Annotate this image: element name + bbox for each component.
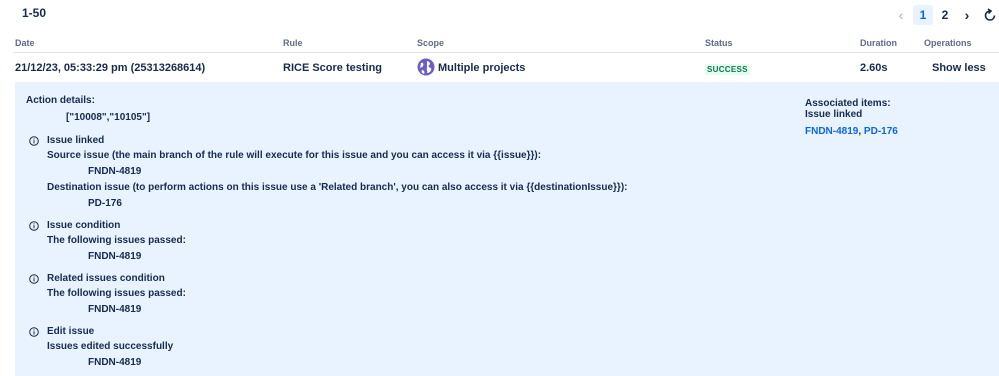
- destination-issue-key[interactable]: PD-176: [88, 198, 122, 209]
- info-icon: [29, 221, 39, 231]
- section-line: Destination issue (to perform actions on…: [47, 182, 628, 193]
- section-title-issue-linked: Issue linked: [47, 135, 105, 146]
- next-page-button[interactable]: ›: [957, 5, 977, 25]
- row-date: 21/12/23, 05:33:29 pm (25313268614): [15, 62, 206, 74]
- source-issue-key[interactable]: FNDN-4819: [88, 166, 141, 177]
- issue-key[interactable]: FNDN-4819: [88, 304, 141, 315]
- section-line: The following issues passed:: [47, 235, 186, 246]
- issue-key[interactable]: FNDN-4819: [88, 357, 141, 368]
- show-less-button[interactable]: Show less: [932, 62, 986, 74]
- previous-page-button[interactable]: ‹: [891, 5, 911, 25]
- page-2-button[interactable]: 2: [935, 5, 955, 25]
- result-range: 1-50: [22, 6, 47, 20]
- associated-items-subtitle: Issue linked: [805, 109, 863, 120]
- info-icon: [29, 274, 39, 284]
- column-status[interactable]: Status: [705, 38, 733, 48]
- globe-icon: [417, 58, 435, 76]
- column-rule[interactable]: Rule: [283, 38, 303, 48]
- row-duration: 2.60s: [860, 62, 888, 74]
- associated-links: FNDN-4819, PD-176: [805, 126, 898, 137]
- action-details-title: Action details:: [26, 95, 95, 106]
- info-icon: [29, 327, 39, 337]
- section-title-related-issues-condition: Related issues condition: [47, 273, 165, 284]
- page-1-button[interactable]: 1: [913, 5, 933, 25]
- associated-link-pd-176[interactable]: PD-176: [864, 126, 898, 137]
- column-operations: Operations: [924, 38, 972, 48]
- associated-link-fndn-4819[interactable]: FNDN-4819: [805, 126, 858, 137]
- section-line: Issues edited successfully: [47, 341, 174, 352]
- pagination: ‹ 1 2 ›: [889, 5, 999, 25]
- info-icon: [29, 136, 39, 146]
- section-line: The following issues passed:: [47, 288, 186, 299]
- section-title-edit-issue: Edit issue: [47, 326, 95, 337]
- section-line: Source issue (the main branch of the rul…: [47, 150, 542, 161]
- column-date[interactable]: Date: [15, 38, 35, 48]
- link-separator: ,: [858, 126, 862, 137]
- column-scope[interactable]: Scope: [417, 38, 444, 48]
- action-details-value: ["10008","10105"]: [66, 112, 151, 123]
- column-duration[interactable]: Duration: [860, 38, 897, 48]
- row-rule: RICE Score testing: [283, 62, 383, 74]
- action-details-panel: Action details: ["10008","10105"] Issue …: [15, 82, 999, 376]
- section-title-issue-condition: Issue condition: [47, 220, 121, 231]
- status-badge: SUCCESS: [705, 64, 750, 75]
- table-row[interactable]: 21/12/23, 05:33:29 pm (25313268614) RICE…: [0, 53, 999, 81]
- issue-key[interactable]: FNDN-4819: [88, 251, 141, 262]
- row-scope: Multiple projects: [438, 62, 526, 74]
- associated-items-title: Associated items:: [805, 98, 891, 109]
- table-header: Date Rule Scope Status Duration Operatio…: [0, 36, 999, 52]
- refresh-icon[interactable]: [981, 5, 999, 25]
